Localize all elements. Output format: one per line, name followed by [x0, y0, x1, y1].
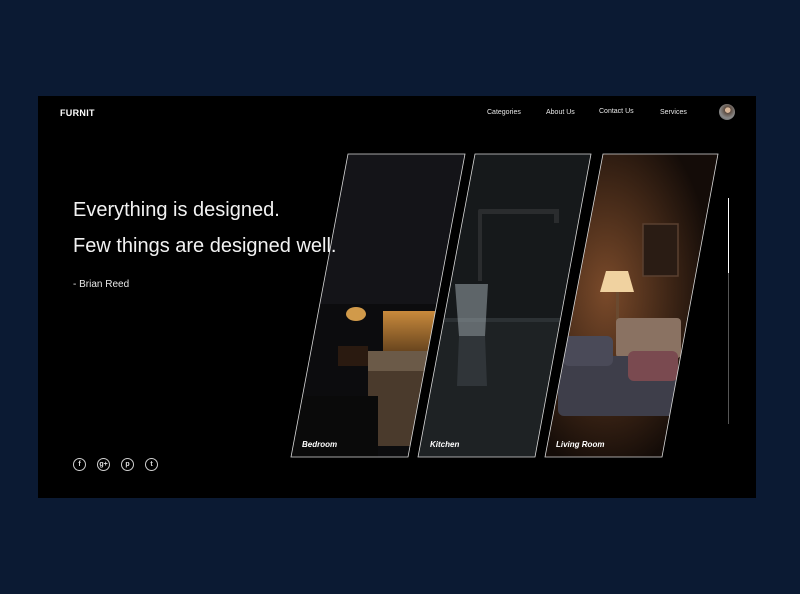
landing-page: FURNIT Categories About Us Contact Us Se… [38, 96, 756, 498]
facebook-icon[interactable]: f [73, 458, 86, 471]
scroll-thumb[interactable] [728, 198, 729, 273]
social-links: f g+ p t [73, 458, 158, 471]
quote-line-1: Everything is designed. [73, 199, 280, 221]
category-label-living-room[interactable]: Living Room [556, 440, 604, 449]
quote-line-2: Few things are designed well. [73, 235, 337, 257]
hero-quote: Everything is designed. Few things are d… [73, 192, 336, 264]
twitter-icon[interactable]: t [145, 458, 158, 471]
pinterest-icon[interactable]: p [121, 458, 134, 471]
google-plus-icon[interactable]: g+ [97, 458, 110, 471]
category-label-bedroom[interactable]: Bedroom [302, 440, 337, 449]
scroll-indicator[interactable] [728, 198, 729, 424]
quote-author: - Brian Reed [73, 279, 130, 290]
category-panels [290, 153, 719, 458]
category-label-kitchen[interactable]: Kitchen [430, 440, 459, 449]
